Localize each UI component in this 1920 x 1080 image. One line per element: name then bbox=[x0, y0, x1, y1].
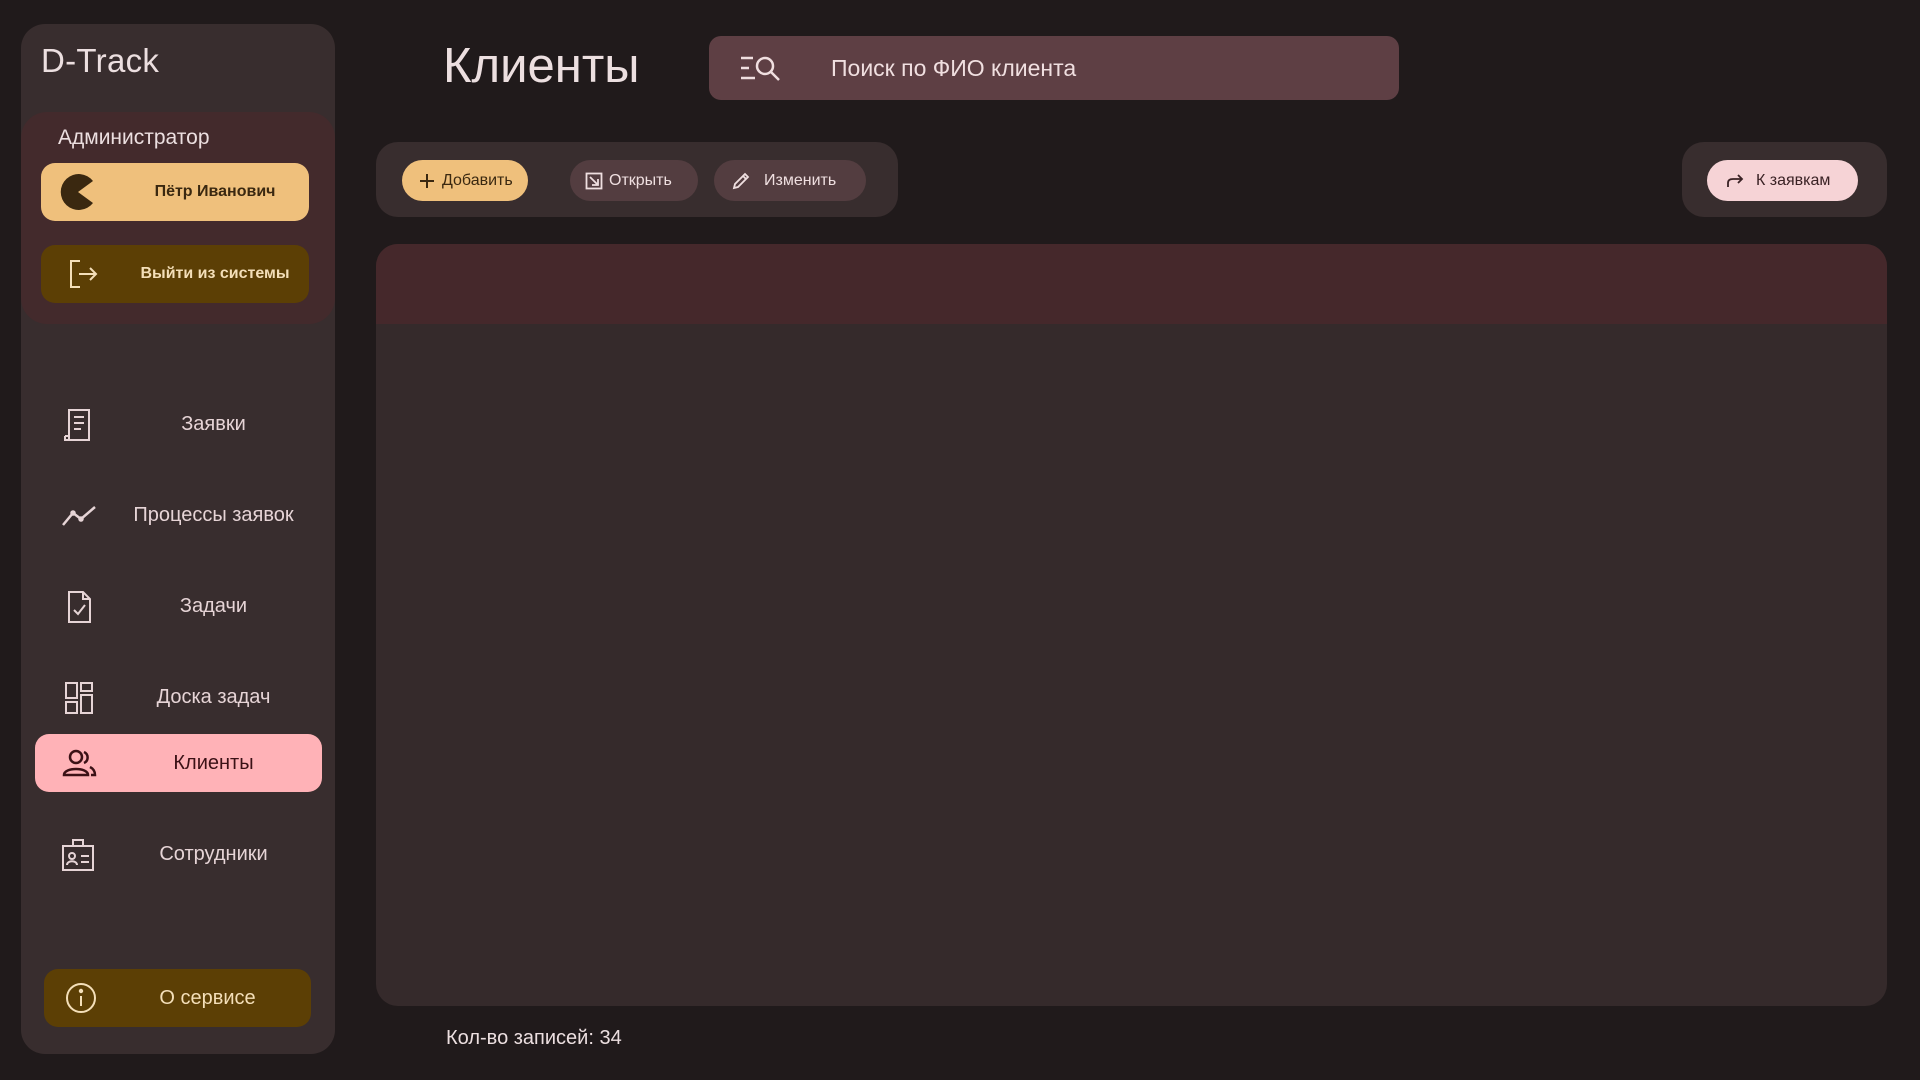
sidebar-item-requests[interactable]: Заявки bbox=[35, 395, 322, 453]
sidebar-item-label: Клиенты bbox=[173, 752, 254, 774]
about-service-label: О сервисе bbox=[159, 987, 256, 1009]
clients-table bbox=[376, 244, 1887, 1006]
action-toolbar: Добавить Открыть Изменить bbox=[376, 142, 898, 217]
search-bar bbox=[709, 36, 1399, 100]
receipt-icon bbox=[64, 409, 90, 441]
edit-button[interactable]: Изменить bbox=[714, 160, 866, 201]
search-input[interactable] bbox=[831, 36, 1371, 100]
user-card: Администратор Пётр Иванович Выйти из сис… bbox=[21, 112, 335, 324]
logout-icon bbox=[70, 260, 98, 288]
task-check-icon bbox=[68, 591, 91, 623]
open-icon bbox=[585, 172, 603, 189]
table-header bbox=[376, 244, 1887, 324]
sidebar-item-label: Процессы заявок bbox=[133, 504, 294, 526]
people-icon bbox=[62, 749, 97, 777]
app-title: D-Track bbox=[41, 42, 160, 79]
sidebar-item-label: Задачи bbox=[179, 595, 248, 617]
info-icon bbox=[66, 983, 96, 1013]
user-name: Пётр Иванович bbox=[154, 183, 276, 200]
sidebar-item-label: Заявки bbox=[181, 413, 246, 435]
sidebar-item-label: Доска задач bbox=[156, 686, 271, 708]
to-requests-button[interactable]: К заявкам bbox=[1707, 160, 1858, 201]
logout-label: Выйти из системы bbox=[140, 265, 290, 282]
to-requests-label: К заявкам bbox=[1756, 171, 1831, 189]
open-button-label: Открыть bbox=[609, 171, 672, 189]
avatar-icon bbox=[60, 174, 93, 210]
role-label: Администратор bbox=[58, 126, 210, 149]
open-button[interactable]: Открыть bbox=[570, 160, 698, 201]
pencil-icon bbox=[732, 172, 750, 189]
sidebar-item-clients[interactable]: Клиенты bbox=[35, 734, 322, 792]
sidebar-item-employees[interactable]: Сотрудники bbox=[35, 825, 322, 883]
sidebar-item-request-processes[interactable]: Процессы заявок bbox=[35, 486, 322, 544]
about-service-button[interactable]: О сервисе bbox=[44, 969, 311, 1027]
plus-icon bbox=[420, 173, 434, 188]
badge-icon bbox=[62, 839, 94, 871]
forward-arrow-icon bbox=[1727, 173, 1744, 187]
edit-button-label: Изменить bbox=[764, 171, 837, 189]
sidebar-item-tasks[interactable]: Задачи bbox=[35, 577, 322, 635]
sidebar-item-task-board[interactable]: Доска задач bbox=[35, 668, 322, 726]
dashboard-grid-icon bbox=[65, 682, 93, 714]
add-button-label: Добавить bbox=[442, 171, 513, 189]
add-button[interactable]: Добавить bbox=[402, 160, 528, 201]
trend-line-icon bbox=[62, 506, 96, 526]
search-filter-icon[interactable] bbox=[739, 52, 783, 84]
record-count: Кол-во записей: 34 bbox=[446, 1027, 622, 1049]
user-profile-button[interactable]: Пётр Иванович bbox=[41, 163, 309, 221]
navigation-toolbar: К заявкам bbox=[1682, 142, 1887, 217]
sidebar: D-Track Администратор Пётр Иванович Выйт… bbox=[21, 24, 335, 1054]
page-title: Клиенты bbox=[443, 39, 640, 93]
logout-button[interactable]: Выйти из системы bbox=[41, 245, 309, 303]
sidebar-item-label: Сотрудники bbox=[159, 843, 268, 865]
